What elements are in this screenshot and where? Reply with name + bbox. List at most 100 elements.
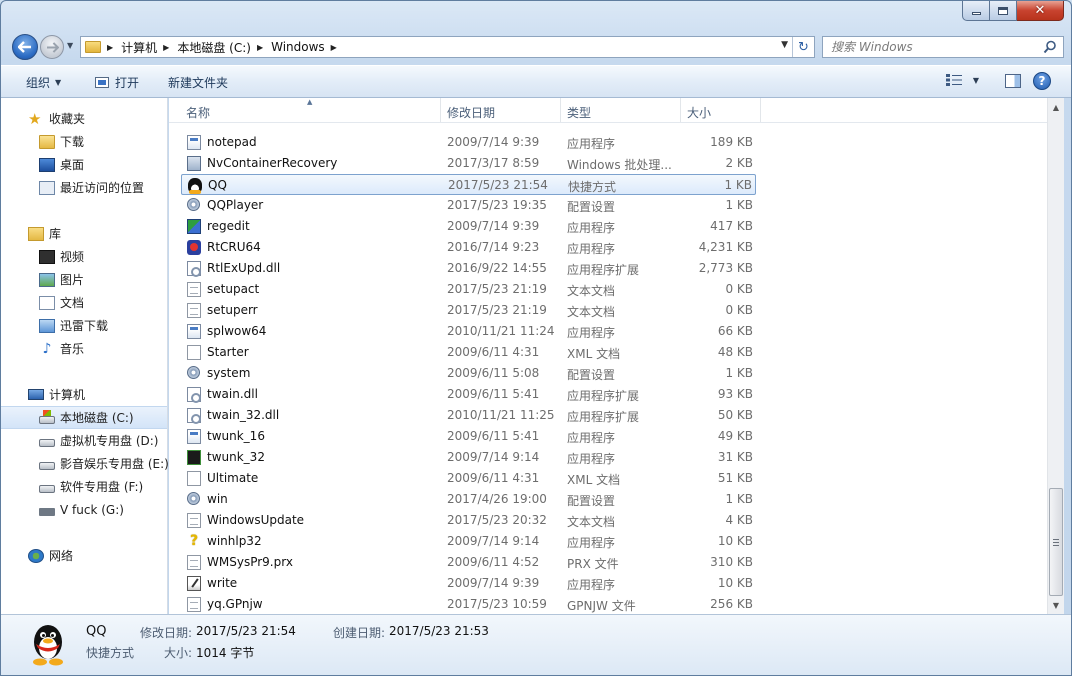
file-date: 2009/7/14 9:39	[447, 576, 540, 590]
file-date: 2010/11/21 11:24	[447, 324, 555, 338]
breadcrumb-separator[interactable]: ▶	[257, 43, 263, 52]
nav-desktop[interactable]: 桌面	[1, 153, 167, 176]
nav-drive-f[interactable]: 软件专用盘 (F:)	[1, 475, 167, 498]
forward-button[interactable]	[40, 35, 64, 59]
file-type: 文本文档	[567, 305, 616, 319]
scroll-up-arrow[interactable]: ▲	[1048, 99, 1064, 115]
minimize-button[interactable]	[962, 1, 990, 21]
file-row[interactable]: ? winhlp32 2009/7/14 9:14 应用程序 10 KB	[181, 531, 756, 552]
nav-drive-g[interactable]: V fuck (G:)	[1, 498, 167, 521]
new-folder-button[interactable]: 新建文件夹	[168, 74, 228, 91]
breadcrumb-separator[interactable]: ▶	[331, 43, 337, 52]
vertical-scrollbar[interactable]: ▲ ▼	[1047, 98, 1064, 614]
generic-file-icon	[187, 597, 201, 612]
file-date: 2017/3/17 8:59	[447, 156, 540, 170]
column-header-size[interactable]: 大小	[687, 104, 711, 121]
search-input[interactable]	[823, 37, 1033, 57]
column-header-date[interactable]: 修改日期	[447, 104, 495, 121]
address-dropdown-arrow[interactable]: ▼	[781, 40, 788, 50]
file-row[interactable]: setupact 2017/5/23 21:19 文本文档 0 KB	[181, 279, 756, 300]
nav-drive-e[interactable]: 影音娱乐专用盘 (E:)	[1, 452, 169, 475]
file-row[interactable]: win 2017/4/26 19:00 配置设置 1 KB	[181, 489, 756, 510]
refresh-button[interactable]: ↻	[792, 37, 814, 57]
nav-favorites[interactable]: ★ 收藏夹	[1, 107, 167, 130]
nav-computer[interactable]: 计算机	[1, 383, 167, 406]
column-header-type[interactable]: 类型	[567, 104, 591, 121]
file-row[interactable]: twain.dll 2009/6/11 5:41 应用程序扩展 93 KB	[181, 384, 756, 405]
nav-downloads[interactable]: 下载	[1, 130, 167, 153]
details-size-label: 大小:	[164, 646, 193, 660]
back-button[interactable]	[12, 34, 38, 60]
file-row[interactable]: regedit 2009/7/14 9:39 应用程序 417 KB	[181, 216, 756, 237]
file-size: 2 KB	[725, 156, 753, 170]
preview-pane-button[interactable]	[1005, 74, 1021, 88]
nav-drive-c[interactable]: 本地磁盘 (C:)	[1, 406, 167, 429]
column-divider[interactable]	[760, 98, 761, 122]
nav-label: 库	[49, 227, 62, 241]
file-type: 应用程序	[567, 137, 616, 151]
file-name: setupact	[207, 282, 260, 296]
nav-xunlei-downloads[interactable]: 迅雷下载	[1, 314, 167, 337]
file-row[interactable]: setuperr 2017/5/23 21:19 文本文档 0 KB	[181, 300, 756, 321]
file-row[interactable]: yq.GPnjw 2017/5/23 10:59 GPNJW 文件 256 KB	[181, 594, 756, 614]
help-button[interactable]: ?	[1033, 72, 1051, 90]
file-size: 10 KB	[717, 576, 753, 590]
nav-libraries[interactable]: 库	[1, 222, 167, 245]
column-divider[interactable]	[680, 98, 681, 122]
breadcrumb-separator[interactable]: ▶	[163, 43, 169, 52]
file-type: 配置设置	[567, 494, 616, 508]
file-row[interactable]: WMSysPr9.prx 2009/6/11 4:52 PRX 文件 310 KB	[181, 552, 756, 573]
details-pane: QQ 快捷方式 修改日期: 2017/5/23 21:54 创建日期: 2017…	[1, 614, 1071, 675]
file-row[interactable]: twunk_32 2009/7/14 9:14 应用程序 31 KB	[181, 447, 756, 468]
organize-menu-button[interactable]: 组织 ▼	[26, 74, 61, 91]
nav-recent-places[interactable]: 最近访问的位置	[1, 176, 167, 199]
file-row[interactable]: system 2009/6/11 5:08 配置设置 1 KB	[181, 363, 756, 384]
maximize-button[interactable]	[990, 1, 1017, 21]
column-divider[interactable]	[440, 98, 441, 122]
sort-ascending-icon: ▲	[307, 98, 313, 106]
column-divider[interactable]	[560, 98, 561, 122]
file-row[interactable]: WindowsUpdate 2017/5/23 20:32 文本文档 4 KB	[181, 510, 756, 531]
file-row[interactable]: write 2009/7/14 9:39 应用程序 10 KB	[181, 573, 756, 594]
file-name: setuperr	[207, 303, 258, 317]
open-button[interactable]: 打开	[95, 74, 139, 91]
xml-file-icon	[187, 345, 201, 360]
change-view-button[interactable]: ▼	[945, 74, 979, 86]
scrollbar-thumb[interactable]	[1049, 488, 1063, 596]
nav-videos[interactable]: 视频	[1, 245, 167, 268]
recent-pages-dropdown[interactable]: ▼	[67, 41, 77, 51]
file-row[interactable]: Starter 2009/6/11 4:31 XML 文档 48 KB	[181, 342, 756, 363]
file-name: winhlp32	[207, 534, 262, 548]
file-row[interactable]: QQ 2017/5/23 21:54 快捷方式 1 KB	[181, 174, 756, 195]
close-button[interactable]: ✕	[1017, 1, 1064, 21]
column-header-name[interactable]: 名称	[186, 104, 210, 121]
file-row[interactable]: Ultimate 2009/6/11 4:31 XML 文档 51 KB	[181, 468, 756, 489]
file-date: 2017/5/23 20:32	[447, 513, 547, 527]
nav-music[interactable]: ♪ 音乐	[1, 337, 167, 360]
file-row[interactable]: twunk_16 2009/6/11 5:41 应用程序 49 KB	[181, 426, 756, 447]
scroll-down-arrow[interactable]: ▼	[1048, 597, 1064, 613]
file-row[interactable]: RtlExUpd.dll 2016/9/22 14:55 应用程序扩展 2,773 K…	[181, 258, 756, 279]
file-row[interactable]: twain_32.dll 2010/11/21 11:25 应用程序扩展 50 KB	[181, 405, 756, 426]
breadcrumb-separator[interactable]: ▶	[107, 43, 113, 52]
address-bar[interactable]: ▶ 计算机 ▶ 本地磁盘 (C:) ▶ Windows ▶ ▼ ↻	[80, 36, 815, 58]
file-row[interactable]: QQPlayer 2017/5/23 19:35 配置设置 1 KB	[181, 195, 756, 216]
nav-label: 收藏夹	[49, 112, 86, 126]
nav-drive-d[interactable]: 虚拟机专用盘 (D:)	[1, 429, 167, 452]
nav-network[interactable]: 网络	[1, 544, 167, 567]
breadcrumb-drive-c[interactable]: 本地磁盘 (C:)	[177, 39, 251, 56]
file-size: 4 KB	[725, 513, 753, 527]
file-row[interactable]: RtCRU64 2016/7/14 9:23 应用程序 4,231 KB	[181, 237, 756, 258]
nav-pictures[interactable]: 图片	[1, 268, 167, 291]
nav-documents[interactable]: 文档	[1, 291, 167, 314]
search-icon[interactable]	[1043, 40, 1057, 54]
file-size: 1 KB	[724, 178, 752, 192]
file-name: regedit	[207, 219, 250, 233]
details-modified-value: 2017/5/23 21:54	[196, 624, 296, 638]
file-row[interactable]: notepad 2009/7/14 9:39 应用程序 189 KB	[181, 132, 756, 153]
breadcrumb-computer[interactable]: 计算机	[121, 39, 157, 56]
file-row[interactable]: NvContainerRecovery 2017/3/17 8:59 Windows…	[181, 153, 756, 174]
open-label: 打开	[115, 76, 140, 90]
file-row[interactable]: splwow64 2010/11/21 11:24 应用程序 66 KB	[181, 321, 756, 342]
breadcrumb-windows[interactable]: Windows	[271, 40, 325, 54]
